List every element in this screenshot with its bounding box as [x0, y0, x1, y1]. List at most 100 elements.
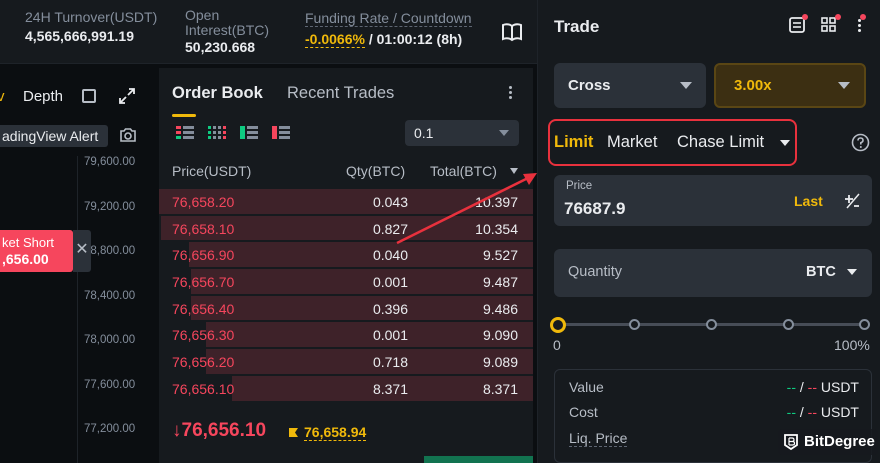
value-amount: -- / -- USDT [786, 379, 859, 395]
ask-qty: 0.043 [372, 194, 408, 210]
funding-countdown: 01:00:12 (8h) [376, 31, 463, 47]
header-qty: Qty(BTC) [346, 163, 406, 179]
y-axis-label: 79,200.00 [84, 201, 136, 213]
mark-price[interactable]: 76,658.94 [304, 424, 367, 441]
ask-total: 10.354 [475, 220, 518, 237]
table-row[interactable]: 76,656.40 0.396 9.486 [159, 295, 533, 322]
slider-step-50[interactable] [706, 319, 717, 330]
funding-sep: / [364, 31, 377, 47]
table-row[interactable]: 76,656.30 0.001 9.090 [159, 321, 533, 348]
ask-price: 76,656.30 [172, 327, 235, 344]
chart-tab-active[interactable]: v [0, 88, 5, 105]
cost-row: Cost -- / -- USDT [569, 404, 859, 420]
value-row: Value -- / -- USDT [569, 379, 859, 395]
ask-total: 8.371 [482, 380, 518, 397]
table-row[interactable]: 76,656.70 0.001 9.487 [159, 268, 533, 295]
notification-dot [802, 14, 808, 20]
ask-price: 76,658.10 [172, 220, 235, 237]
chart-panel[interactable]: v Depth adingView Alert 79,600.00 79,200… [0, 68, 155, 463]
price-value[interactable]: 76687.9 [564, 199, 625, 219]
order-type-chase-limit[interactable]: Chase Limit [677, 133, 764, 152]
ticker-stats-bar: 24H Turnover(USDT) 4,565,666,991.19 Open… [0, 0, 537, 64]
ask-price: 76,656.20 [172, 354, 235, 371]
fullscreen-square-icon[interactable] [82, 89, 96, 103]
bids-only-view-icon[interactable] [240, 125, 258, 141]
split-view-icon[interactable] [208, 125, 226, 141]
more-options-icon[interactable] [503, 84, 517, 102]
both-sides-view-icon[interactable] [176, 125, 194, 141]
y-axis-label: 78,000.00 [84, 334, 136, 346]
header-total[interactable]: Total(BTC) [430, 163, 497, 179]
market-short-button[interactable]: ket Short ,656.00 [0, 230, 73, 272]
table-row[interactable]: 76,656.90 0.040 9.527 [159, 241, 533, 268]
slider-step-25[interactable] [629, 319, 640, 330]
order-type-market[interactable]: Market [607, 133, 657, 152]
turnover-label: 24H Turnover(USDT) [25, 9, 158, 25]
price-label: Price [566, 180, 593, 192]
margin-mode-select[interactable]: Cross [554, 63, 706, 108]
close-icon[interactable]: ✕ [73, 230, 91, 272]
tick-size-select[interactable]: 0.1 [405, 120, 519, 146]
plus-minus-icon[interactable] [844, 193, 860, 209]
open-interest-stat: Open Interest(BTC) 50,230.668 [185, 8, 269, 56]
ask-price: 76,656.10 [172, 380, 235, 397]
y-axis-label: 77,600.00 [84, 379, 136, 391]
price-axis-divider [77, 156, 78, 463]
ask-total: 10.397 [475, 194, 518, 210]
oi-label-line1: Open [185, 7, 220, 23]
trade-panel: Trade Cross 3.00x Limit Market Chase Lim… [537, 0, 880, 463]
y-axis-label: 78,400.00 [84, 290, 136, 302]
price-input[interactable]: Price 76687.9 Last [554, 175, 872, 226]
expand-icon[interactable] [117, 86, 137, 106]
depth-bar [190, 269, 533, 294]
slider-step-100[interactable] [859, 319, 870, 330]
mark-price-flag-icon [289, 428, 298, 437]
ask-total: 9.090 [482, 327, 518, 344]
funding-label[interactable]: Funding Rate / Countdown [305, 11, 472, 27]
ask-qty: 0.001 [372, 327, 408, 344]
chevron-down-icon[interactable] [847, 269, 857, 275]
funding-rate: -0.0066% [305, 31, 365, 48]
leverage-value: 3.00x [734, 77, 772, 94]
camera-icon[interactable] [119, 127, 137, 143]
ask-qty: 0.040 [372, 247, 408, 264]
table-row[interactable]: 76,656.20 0.718 9.089 [159, 348, 533, 375]
sort-down-icon[interactable] [510, 168, 518, 174]
turnover-value: 4,565,666,991.19 [25, 28, 134, 44]
active-tab-indicator [172, 114, 196, 117]
tradingview-alert-button[interactable]: adingView Alert [0, 125, 108, 147]
asks-only-view-icon[interactable] [272, 125, 290, 141]
ask-price: 76,656.40 [172, 300, 235, 317]
depth-bar [188, 242, 533, 268]
quantity-unit-select[interactable]: BTC [806, 264, 836, 280]
liq-price-label[interactable]: Liq. Price [569, 430, 628, 447]
quantity-slider-handle[interactable] [550, 317, 566, 333]
ask-qty: 8.371 [372, 380, 408, 397]
bid-depth-bar [424, 456, 533, 463]
market-short-price: ,656.00 [2, 251, 49, 267]
oi-value: 50,230.668 [185, 39, 256, 55]
table-row[interactable]: 76,658.20 0.043 10.397 [159, 188, 533, 215]
table-row[interactable]: 76,658.10 0.827 10.354 [159, 215, 533, 242]
ask-rows: 76,658.20 0.043 10.397 76,658.10 0.827 10.354… [159, 188, 533, 402]
tab-recent-trades[interactable]: Recent Trades [287, 84, 394, 103]
book-open-icon[interactable] [500, 20, 524, 44]
slider-max-label: 100% [834, 337, 870, 353]
last-price-button[interactable]: Last [794, 193, 823, 209]
table-row[interactable]: 76,656.10 8.371 8.371 [159, 375, 533, 402]
ask-qty: 0.001 [372, 274, 408, 291]
cost-label: Cost [569, 404, 598, 420]
oi-label-line2: Interest(BTC) [185, 22, 270, 38]
chart-tab-depth[interactable]: Depth [23, 88, 63, 105]
cost-amount: -- / -- USDT [786, 404, 859, 420]
chevron-down-icon [499, 130, 509, 136]
chevron-down-icon[interactable] [780, 140, 790, 146]
help-icon[interactable] [851, 133, 870, 152]
bitdegree-logo-icon [784, 434, 798, 451]
slider-step-75[interactable] [783, 319, 794, 330]
quantity-input[interactable]: Quantity BTC [554, 249, 872, 297]
leverage-select[interactable]: 3.00x [714, 63, 866, 108]
tab-order-book[interactable]: Order Book [172, 84, 263, 102]
funding-values: -0.0066% / 01:00:12 (8h) [305, 31, 472, 48]
order-type-limit[interactable]: Limit [554, 133, 593, 152]
